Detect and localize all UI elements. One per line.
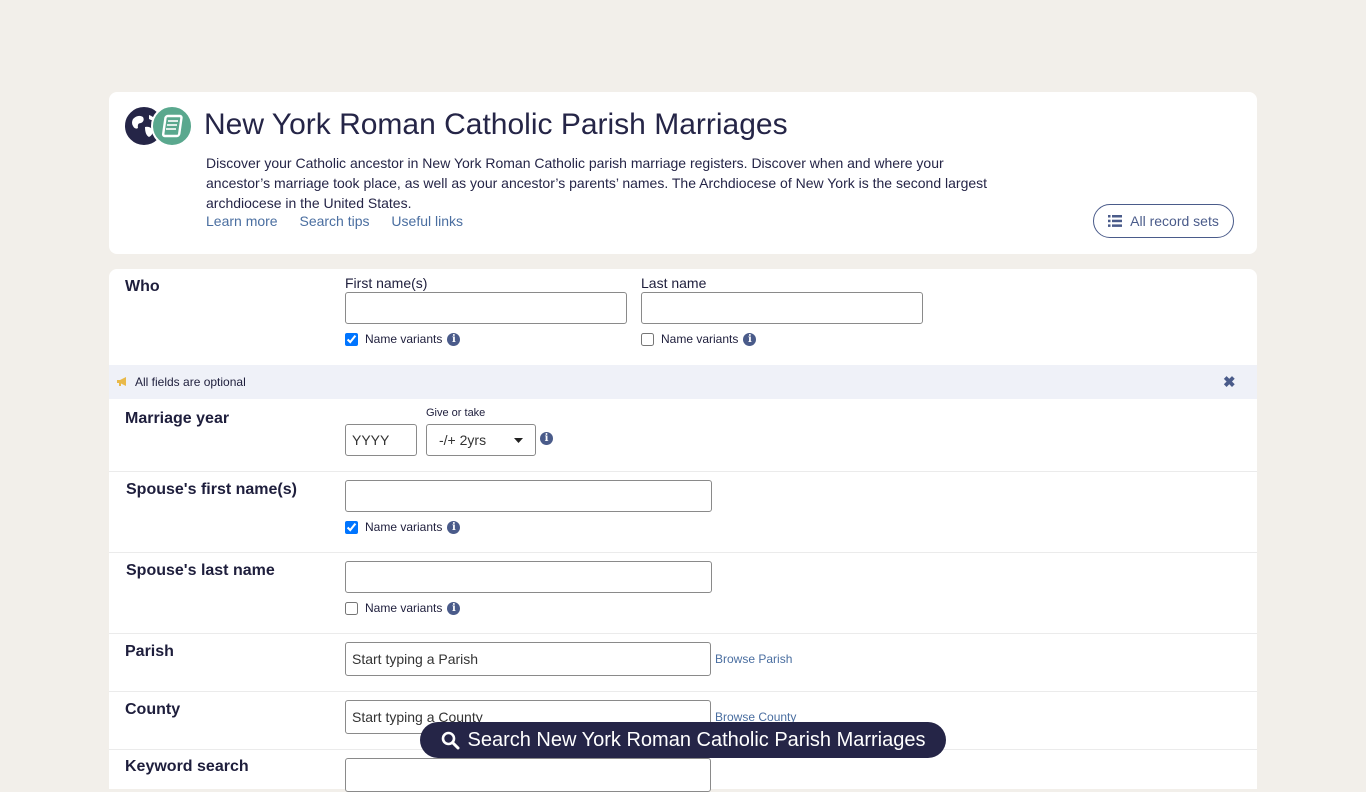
- search-button-label: Search New York Roman Catholic Parish Ma…: [467, 728, 926, 751]
- collection-header: New York Roman Catholic Parish Marriages…: [109, 92, 1257, 254]
- spouse-last-label: Spouse's last name: [126, 562, 275, 579]
- parish-input[interactable]: [345, 642, 711, 676]
- parish-row: Parish Browse Parish: [109, 634, 1257, 692]
- last-name-variants-label: Name variants: [661, 332, 739, 346]
- info-icon[interactable]: i: [447, 520, 461, 534]
- useful-links-link[interactable]: Useful links: [391, 213, 463, 229]
- marriage-year-row: Marriage year Give or take -/+ 2yrs i: [109, 399, 1257, 472]
- spouse-last-variants[interactable]: Name variants i: [345, 601, 461, 615]
- collection-description: Discover your Catholic ancestor in New Y…: [206, 155, 988, 211]
- county-label: County: [125, 701, 181, 718]
- close-icon[interactable]: ✖: [1223, 373, 1236, 391]
- spouse-first-variants[interactable]: Name variants i: [345, 520, 461, 534]
- info-icon[interactable]: i: [447, 332, 461, 346]
- notice-text: All fields are optional: [135, 375, 246, 389]
- all-record-sets-button[interactable]: All record sets: [1093, 204, 1234, 238]
- first-name-input[interactable]: [345, 292, 627, 324]
- header-links: Learn more Search tips Useful links: [206, 213, 481, 229]
- give-or-take-label: Give or take: [426, 407, 486, 419]
- parish-label: Parish: [125, 643, 174, 660]
- page-title: New York Roman Catholic Parish Marriages: [204, 108, 788, 141]
- search-form: Who First name(s) Name variants i Last n…: [109, 269, 1257, 792]
- spouse-first-input[interactable]: [345, 480, 712, 512]
- keyword-input[interactable]: [345, 758, 711, 792]
- optional-fields-notice: All fields are optional ✖: [109, 365, 1257, 399]
- search-button[interactable]: Search New York Roman Catholic Parish Ma…: [420, 722, 946, 758]
- browse-parish-link[interactable]: Browse Parish: [715, 652, 792, 666]
- spouse-last-variants-label: Name variants: [365, 601, 443, 615]
- spouse-first-label: Spouse's first name(s): [126, 481, 297, 498]
- last-name-label: Last name: [641, 275, 707, 291]
- give-or-take-select[interactable]: -/+ 2yrs: [426, 424, 536, 456]
- spouse-first-row: Spouse's first name(s) Name variants i: [109, 472, 1257, 553]
- marriage-year-input[interactable]: [345, 424, 417, 456]
- search-tips-link[interactable]: Search tips: [299, 213, 369, 229]
- spouse-first-variants-label: Name variants: [365, 520, 443, 534]
- collection-logo: [123, 105, 193, 147]
- last-name-variants[interactable]: Name variants i: [641, 332, 757, 346]
- caret-down-icon: [514, 437, 523, 443]
- marriage-year-label: Marriage year: [125, 410, 230, 427]
- megaphone-icon: [117, 377, 126, 386]
- list-icon: [1108, 215, 1123, 227]
- spouse-last-row: Spouse's last name Name variants i: [109, 553, 1257, 634]
- give-or-take-value: -/+ 2yrs: [439, 432, 487, 448]
- first-name-variants[interactable]: Name variants i: [345, 332, 461, 346]
- last-name-input[interactable]: [641, 292, 923, 324]
- info-icon[interactable]: i: [540, 432, 553, 445]
- all-record-sets-label: All record sets: [1130, 213, 1219, 229]
- search-icon: [441, 731, 459, 749]
- first-name-variants-label: Name variants: [365, 332, 443, 346]
- who-row: Who First name(s) Name variants i Last n…: [109, 269, 1257, 365]
- info-icon[interactable]: i: [743, 332, 757, 346]
- first-name-label: First name(s): [345, 275, 428, 291]
- book-icon: [151, 105, 193, 147]
- info-icon[interactable]: i: [447, 601, 461, 615]
- spouse-first-variants-checkbox[interactable]: [345, 520, 358, 534]
- last-name-variants-checkbox[interactable]: [641, 332, 654, 346]
- who-label: Who: [125, 278, 160, 295]
- spouse-last-input[interactable]: [345, 561, 712, 593]
- first-name-variants-checkbox[interactable]: [345, 332, 358, 346]
- spouse-last-variants-checkbox[interactable]: [345, 601, 358, 615]
- learn-more-link[interactable]: Learn more: [206, 213, 278, 229]
- keyword-label: Keyword search: [125, 758, 249, 775]
